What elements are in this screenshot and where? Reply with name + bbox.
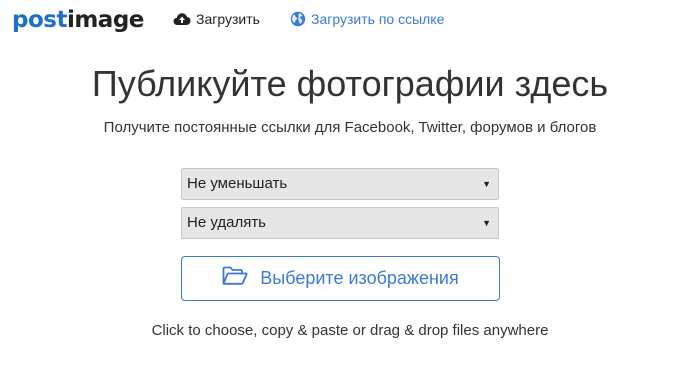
logo-image-text: image	[66, 7, 144, 33]
globe-icon	[290, 11, 306, 27]
caret-down-icon: ▼	[482, 179, 491, 189]
logo-post-text: post	[12, 7, 67, 33]
resize-select[interactable]: Не уменьшать ▼	[181, 168, 499, 200]
upload-by-url-link[interactable]: Загрузить по ссылке	[290, 11, 444, 27]
upload-link-label: Загрузить	[196, 11, 260, 27]
page-subtitle: Получите постоянные ссылки для Facebook,…	[103, 119, 597, 136]
expiration-select-value: Не удалять	[187, 214, 266, 231]
cloud-upload-icon	[173, 12, 191, 26]
resize-select-value: Не уменьшать	[187, 175, 288, 192]
upload-link[interactable]: Загрузить	[173, 11, 260, 27]
upload-by-url-label: Загрузить по ссылке	[311, 11, 445, 27]
drop-hint-text: Click to choose, copy & paste or drag & …	[151, 322, 549, 339]
choose-images-label: Выберите изображения	[260, 268, 459, 288]
postimage-logo[interactable]: postimage	[12, 6, 144, 34]
expiration-select[interactable]: Не удалять ▼	[181, 207, 499, 239]
page-title: Публикуйте фотографии здесь	[91, 63, 609, 104]
caret-down-icon: ▼	[482, 218, 491, 228]
choose-images-button[interactable]: Выберите изображения	[181, 256, 500, 301]
top-navigation: postimage Загрузить Загрузить по ссылке	[0, 0, 700, 40]
folder-open-icon	[222, 266, 248, 291]
